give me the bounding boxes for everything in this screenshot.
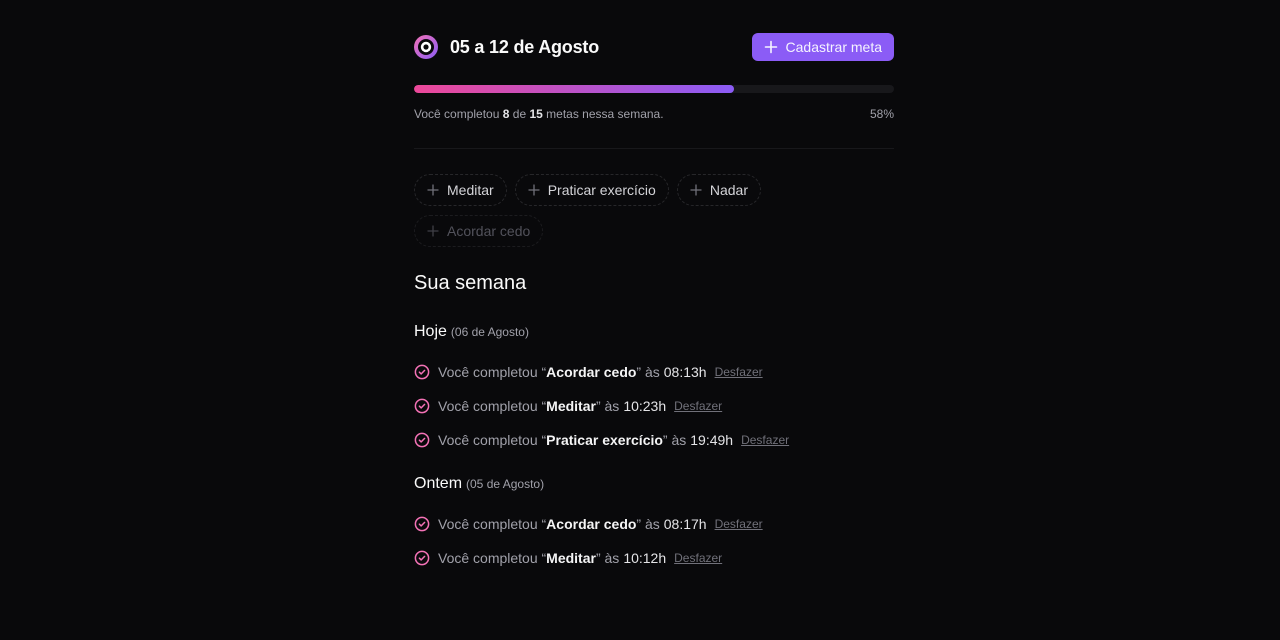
- entry-time: 19:49h: [690, 432, 734, 448]
- brand: 05 a 12 de Agosto: [414, 35, 599, 59]
- goal-chip-label: Meditar: [447, 182, 494, 198]
- undo-button[interactable]: Desfazer: [715, 517, 763, 531]
- goal-chip[interactable]: Acordar cedo: [414, 215, 544, 247]
- plus-icon: [427, 225, 439, 237]
- entry-mid: ” às: [636, 364, 660, 380]
- entry-mid: ” às: [595, 550, 620, 566]
- entry-prefix: Você completou “: [438, 364, 547, 380]
- undo-button[interactable]: Desfazer: [674, 399, 722, 413]
- new-goal-button[interactable]: Cadastrar meta: [751, 33, 894, 61]
- entry-mid: ” às: [595, 398, 620, 414]
- pending-goals-list: Meditar Praticar exercício Nadar Acordar ce…: [414, 174, 894, 247]
- plus-icon: [427, 184, 439, 196]
- completion-entry: Você completou “Meditar” às 10:23h Desfaze…: [414, 396, 722, 416]
- week-range-title: 05 a 12 de Agosto: [450, 36, 599, 57]
- goal-chip-label: Praticar exercício: [547, 182, 656, 198]
- progress-completed-count: 8: [502, 107, 510, 121]
- day-title: Hoje (06 de Agosto): [414, 323, 894, 347]
- entry-time: 10:23h: [623, 398, 667, 414]
- divider: [414, 148, 894, 149]
- completion-entry: Você completou “Acordar cedo” às 08:17h De…: [414, 514, 763, 534]
- app-logo-icon: [414, 35, 438, 59]
- day-section: Hoje (06 de Agosto): [414, 323, 894, 347]
- goal-chip[interactable]: Praticar exercício: [514, 174, 669, 206]
- undo-button[interactable]: Desfazer: [715, 365, 763, 379]
- entry-goal-name: Acordar cedo: [546, 364, 637, 380]
- day-section: Ontem (05 de Agosto): [414, 475, 894, 499]
- check-circle-icon: [414, 398, 430, 414]
- progress-bar: [414, 85, 894, 93]
- progress-suffix: metas nessa semana.: [546, 107, 664, 121]
- day-date: (06 de Agosto): [450, 325, 529, 339]
- header: 05 a 12 de Agosto Cadastrar meta: [414, 33, 894, 61]
- progress-summary: Você completou 8 de 15 metas nessa seman…: [414, 107, 894, 121]
- entry-mid: ” às: [662, 432, 687, 448]
- completion-entry: Você completou “Meditar” às 10:12h Desfaze…: [414, 548, 722, 568]
- entry-goal-name: Praticar exercício: [546, 432, 663, 448]
- check-circle-icon: [414, 550, 430, 566]
- progress-bar-fill: [414, 85, 735, 93]
- day-label: Hoje: [414, 323, 447, 340]
- progress-prefix: Você completou: [414, 107, 500, 121]
- completion-entry: Você completou “Acordar cedo” às 08:13h De…: [414, 362, 763, 382]
- progress-connector: de: [512, 107, 527, 121]
- entry-time: 10:12h: [623, 550, 667, 566]
- plus-icon: [690, 184, 702, 196]
- entry-prefix: Você completou “: [438, 398, 547, 414]
- goal-chip[interactable]: Nadar: [676, 174, 761, 206]
- entry-goal-name: Meditar: [546, 550, 596, 566]
- goal-chip-label: Nadar: [709, 182, 748, 198]
- entry-mid: ” às: [636, 516, 660, 532]
- check-circle-icon: [414, 516, 430, 532]
- completion-entry: Você completou “Praticar exercício” às 19…: [414, 430, 789, 450]
- undo-button[interactable]: Desfazer: [674, 551, 722, 565]
- progress-total-count: 15: [529, 107, 543, 121]
- plus-icon: [528, 184, 540, 196]
- check-circle-icon: [414, 432, 430, 448]
- week-summary-heading: Sua semana: [414, 272, 527, 294]
- entry-time: 08:17h: [663, 516, 707, 532]
- entry-goal-name: Acordar cedo: [546, 516, 637, 532]
- entry-time: 08:13h: [663, 364, 707, 380]
- entry-prefix: Você completou “: [438, 516, 547, 532]
- undo-button[interactable]: Desfazer: [741, 433, 789, 447]
- day-title: Ontem (05 de Agosto): [414, 475, 894, 499]
- entry-prefix: Você completou “: [438, 432, 547, 448]
- plus-icon: [764, 40, 777, 54]
- day-label: Ontem: [414, 475, 463, 492]
- progress-percent: 58%: [869, 107, 894, 121]
- goal-chip[interactable]: Meditar: [414, 174, 507, 206]
- new-goal-button-label: Cadastrar meta: [785, 39, 882, 55]
- progress-text: Você completou 8 de 15 metas nessa seman…: [414, 107, 664, 121]
- day-date: (05 de Agosto): [466, 477, 545, 491]
- entry-prefix: Você completou “: [438, 550, 547, 566]
- check-circle-icon: [414, 364, 430, 380]
- entry-goal-name: Meditar: [546, 398, 596, 414]
- goal-chip-label: Acordar cedo: [447, 223, 531, 239]
